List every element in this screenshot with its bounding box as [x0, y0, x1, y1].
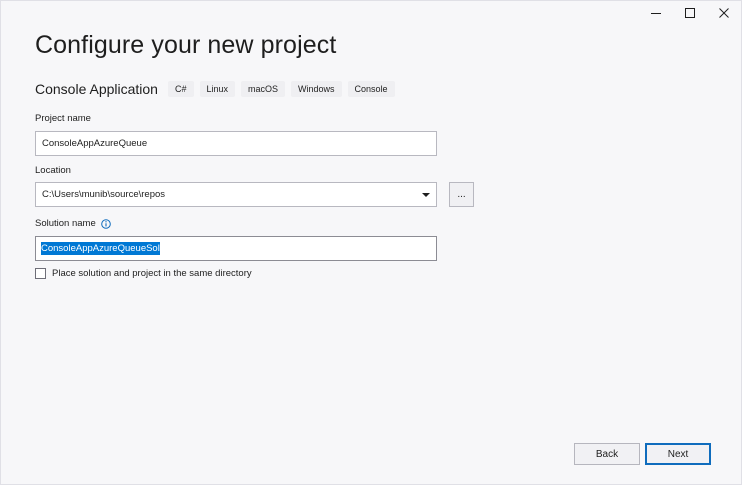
tag-platform-linux: Linux	[199, 81, 236, 97]
project-name-label-text: Project name	[35, 113, 91, 124]
dropdown-arrow-icon	[422, 192, 430, 197]
minimize-button[interactable]	[639, 1, 673, 25]
window-caption-buttons	[639, 1, 741, 25]
template-name: Console Application	[35, 81, 158, 97]
solution-name-input[interactable]: ConsoleAppAzureQueueSol	[35, 236, 437, 261]
close-icon	[719, 8, 729, 18]
tag-language: C#	[167, 81, 194, 97]
tag-platform-windows: Windows	[291, 81, 342, 97]
location-label-text: Location	[35, 165, 71, 176]
maximize-icon	[685, 8, 695, 18]
maximize-button[interactable]	[673, 1, 707, 25]
browse-label: ...	[457, 189, 466, 200]
back-button-label: Back	[595, 448, 619, 460]
tag-platform-macos: macOS	[241, 81, 286, 97]
configure-project-dialog: Configure your new project Console Appli…	[0, 0, 742, 485]
solution-name-value: ConsoleAppAzureQueueSol	[41, 242, 160, 255]
close-button[interactable]	[707, 1, 741, 25]
browse-location-button[interactable]: ...	[449, 182, 474, 207]
tag-project-type: Console	[347, 81, 395, 97]
project-name-input[interactable]: ConsoleAppAzureQueue	[35, 131, 437, 156]
location-value: C:\Users\munib\source\repos	[42, 189, 166, 200]
next-button[interactable]: Next	[645, 443, 711, 465]
back-button[interactable]: Back	[574, 443, 640, 465]
next-button-label: Next	[667, 448, 689, 460]
solution-name-label: Solution name	[35, 218, 111, 229]
minimize-icon	[651, 13, 661, 14]
project-name-value: ConsoleAppAzureQueue	[42, 138, 148, 149]
project-name-label: Project name	[35, 113, 91, 124]
template-summary: Console Application C# Linux macOS Windo…	[35, 79, 401, 99]
location-select[interactable]: C:\Users\munib\source\repos	[35, 182, 437, 207]
info-icon[interactable]	[100, 218, 111, 229]
page-title: Configure your new project	[35, 31, 337, 59]
same-directory-checkbox[interactable]	[35, 268, 46, 279]
solution-name-label-text: Solution name	[35, 218, 96, 229]
same-directory-option[interactable]: Place solution and project in the same d…	[35, 268, 252, 279]
same-directory-label: Place solution and project in the same d…	[52, 268, 252, 279]
location-label: Location	[35, 165, 71, 176]
